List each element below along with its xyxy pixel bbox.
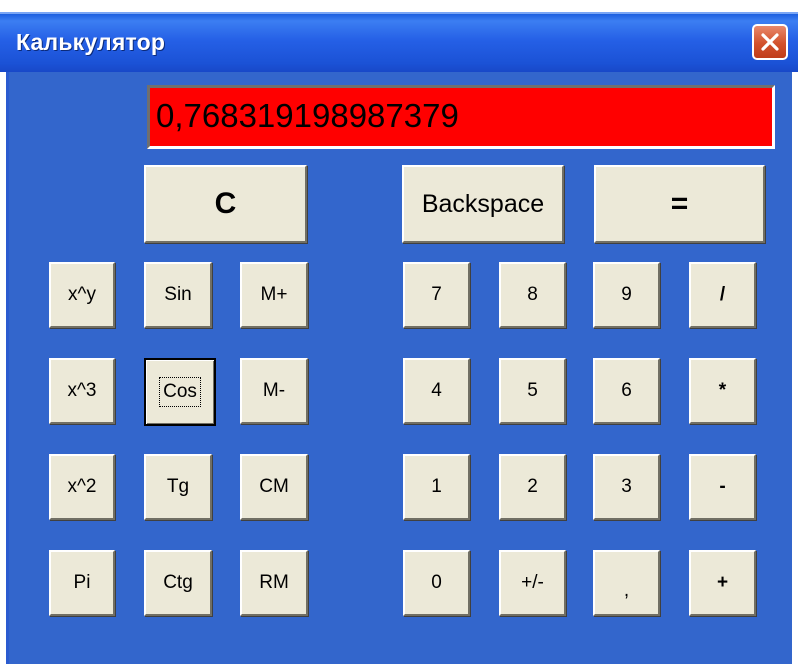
digit-5-button[interactable]: 5 (499, 358, 566, 424)
cos-label: Cos (159, 377, 201, 407)
power-xy-button[interactable]: x^y (49, 262, 115, 328)
digit-5-label: 5 (527, 380, 538, 401)
digit-9-button[interactable]: 9 (593, 262, 660, 328)
cube-button[interactable]: x^3 (49, 358, 115, 424)
memory-add-label: M+ (260, 284, 288, 305)
digit-6-label: 6 (621, 380, 632, 401)
digit-7-label: 7 (431, 284, 442, 305)
decimal-comma-label: , (623, 580, 630, 601)
memory-recall-label: RM (259, 572, 289, 593)
digit-8-label: 8 (527, 284, 538, 305)
pi-button[interactable]: Pi (49, 550, 115, 616)
sin-label: Sin (164, 284, 192, 305)
close-button[interactable] (752, 24, 788, 60)
result-display: 0,768319198987379 (147, 85, 775, 149)
sign-toggle-label: +/- (521, 572, 544, 593)
ctg-button[interactable]: Ctg (144, 550, 212, 616)
square-button[interactable]: x^2 (49, 454, 115, 520)
pi-label: Pi (73, 572, 91, 593)
add-label: + (716, 572, 729, 593)
memory-subtract-label: M- (262, 380, 286, 401)
tg-button[interactable]: Tg (144, 454, 212, 520)
equals-button[interactable]: = (594, 165, 765, 243)
digit-1-button[interactable]: 1 (403, 454, 470, 520)
multiply-button[interactable]: * (689, 358, 756, 424)
subtract-label: - (719, 476, 726, 497)
clear-button[interactable]: C (144, 165, 307, 243)
memory-recall-button[interactable]: RM (240, 550, 308, 616)
digit-9-label: 9 (621, 284, 632, 305)
digit-3-label: 3 (621, 476, 632, 497)
digit-4-label: 4 (431, 380, 442, 401)
memory-subtract-button[interactable]: M- (240, 358, 308, 424)
divide-button[interactable]: / (689, 262, 756, 328)
memory-add-button[interactable]: M+ (240, 262, 308, 328)
clear-label: C (214, 187, 237, 220)
cube-label: x^3 (67, 380, 97, 401)
subtract-button[interactable]: - (689, 454, 756, 520)
sign-toggle-button[interactable]: +/- (499, 550, 566, 616)
digit-0-button[interactable]: 0 (403, 550, 470, 616)
ctg-label: Ctg (163, 572, 193, 593)
digit-6-button[interactable]: 6 (593, 358, 660, 424)
add-button[interactable]: + (689, 550, 756, 616)
digit-2-button[interactable]: 2 (499, 454, 566, 520)
square-label: x^2 (67, 476, 97, 497)
digit-7-button[interactable]: 7 (403, 262, 470, 328)
window-title: Калькулятор (16, 29, 166, 55)
digit-8-button[interactable]: 8 (499, 262, 566, 328)
multiply-label: * (718, 380, 727, 401)
backspace-label: Backspace (421, 189, 545, 218)
backspace-button[interactable]: Backspace (402, 165, 564, 243)
title-bar[interactable]: Калькулятор (0, 12, 798, 72)
power-xy-label: x^y (68, 284, 96, 305)
divide-label: / (719, 284, 726, 305)
digit-1-label: 1 (431, 476, 442, 497)
digit-2-label: 2 (527, 476, 538, 497)
digit-4-button[interactable]: 4 (403, 358, 470, 424)
digit-0-label: 0 (431, 572, 442, 593)
memory-clear-button[interactable]: CM (240, 454, 308, 520)
decimal-comma-button[interactable]: , (593, 550, 660, 616)
equals-label: = (670, 187, 689, 220)
sin-button[interactable]: Sin (144, 262, 212, 328)
calculator-panel: 0,768319198987379 C Backspace = x^y Sin … (6, 72, 792, 664)
close-icon (761, 33, 779, 51)
cos-button[interactable]: Cos (144, 358, 216, 426)
digit-3-button[interactable]: 3 (593, 454, 660, 520)
tg-label: Tg (166, 476, 190, 497)
display-value: 0,768319198987379 (156, 97, 459, 134)
memory-clear-label: CM (259, 476, 289, 497)
